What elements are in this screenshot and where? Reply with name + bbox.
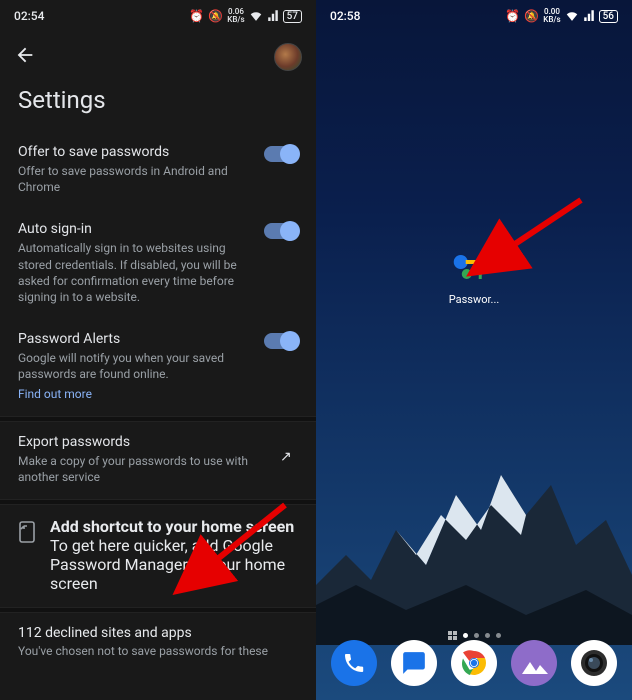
settings-screen: 02:54 ⏰ 🔕 0.06KB/s 57 Settings	[0, 0, 316, 700]
setting-desc: You've chosen not to save passwords for …	[18, 644, 298, 658]
setting-heading: Auto sign-in	[18, 221, 256, 237]
wifi-icon	[249, 9, 263, 24]
status-time: 02:58	[330, 9, 360, 23]
status-time: 02:54	[14, 9, 44, 23]
dnd-icon: 🔕	[524, 9, 539, 23]
back-icon[interactable]	[14, 44, 36, 70]
setting-password-alerts[interactable]: Password Alerts Google will notify you w…	[0, 319, 316, 415]
setting-desc: Automatically sign in to websites using …	[18, 240, 256, 305]
network-speed: 0.00KB/s	[543, 8, 560, 24]
password-manager-icon	[452, 245, 496, 289]
setting-auto-signin[interactable]: Auto sign-in Automatically sign in to we…	[0, 209, 316, 319]
battery-indicator: 56	[599, 10, 618, 23]
setting-desc: Make a copy of your passwords to use wit…	[18, 453, 272, 485]
setting-save-passwords[interactable]: Offer to save passwords Offer to save pa…	[0, 132, 316, 209]
setting-desc: Offer to save passwords in Android and C…	[18, 163, 256, 195]
toggle-save-passwords[interactable]	[264, 146, 298, 162]
setting-desc: To get here quicker, add Google Password…	[50, 536, 298, 593]
setting-heading: Add shortcut to your home screen	[50, 517, 298, 536]
wallpaper-mountain	[316, 435, 632, 645]
signal-icon	[583, 9, 595, 24]
setting-desc: Google will notify you when your saved p…	[18, 350, 256, 382]
home-app-label: Passwor...	[449, 293, 500, 306]
dock-app-camera[interactable]	[571, 640, 617, 686]
find-out-more-link[interactable]: Find out more	[18, 387, 92, 401]
dock-app-messages[interactable]	[391, 640, 437, 686]
setting-export-passwords[interactable]: Export passwords Make a copy of your pas…	[0, 422, 316, 499]
dock	[316, 634, 632, 692]
setting-declined-sites[interactable]: 112 declined sites and apps You've chose…	[0, 613, 316, 672]
setting-heading: Password Alerts	[18, 331, 256, 347]
network-speed: 0.06KB/s	[227, 8, 244, 24]
toggle-auto-signin[interactable]	[264, 223, 298, 239]
status-bar: 02:58 ⏰ 🔕 0.00KB/s 56	[316, 0, 632, 28]
setting-add-shortcut[interactable]: Add shortcut to your home screen To get …	[0, 505, 316, 607]
dock-app-phone[interactable]	[331, 640, 377, 686]
alarm-icon: ⏰	[189, 9, 204, 23]
wifi-icon	[565, 9, 579, 24]
status-right: ⏰ 🔕 0.00KB/s 56	[505, 8, 618, 24]
annotation-arrow	[496, 195, 586, 269]
setting-heading: 112 declined sites and apps	[18, 625, 298, 641]
alarm-icon: ⏰	[505, 9, 520, 23]
home-app-password-manager[interactable]: Passwor...	[449, 245, 500, 306]
dnd-icon: 🔕	[208, 9, 223, 23]
status-right: ⏰ 🔕 0.06KB/s 57	[189, 8, 302, 24]
dock-app-chrome[interactable]	[451, 640, 497, 686]
add-to-home-icon	[18, 521, 36, 547]
status-bar: 02:54 ⏰ 🔕 0.06KB/s 57	[0, 0, 316, 28]
battery-indicator: 57	[283, 10, 302, 23]
setting-heading: Offer to save passwords	[18, 144, 256, 160]
avatar[interactable]	[274, 43, 302, 71]
signal-icon	[267, 9, 279, 24]
dock-app-gallery[interactable]	[511, 640, 557, 686]
setting-heading: Export passwords	[18, 434, 272, 450]
export-icon	[280, 446, 298, 464]
page-title: Settings	[0, 78, 316, 132]
home-screen: 02:58 ⏰ 🔕 0.00KB/s 56	[316, 0, 632, 700]
toggle-password-alerts[interactable]	[264, 333, 298, 349]
top-bar	[0, 28, 316, 78]
